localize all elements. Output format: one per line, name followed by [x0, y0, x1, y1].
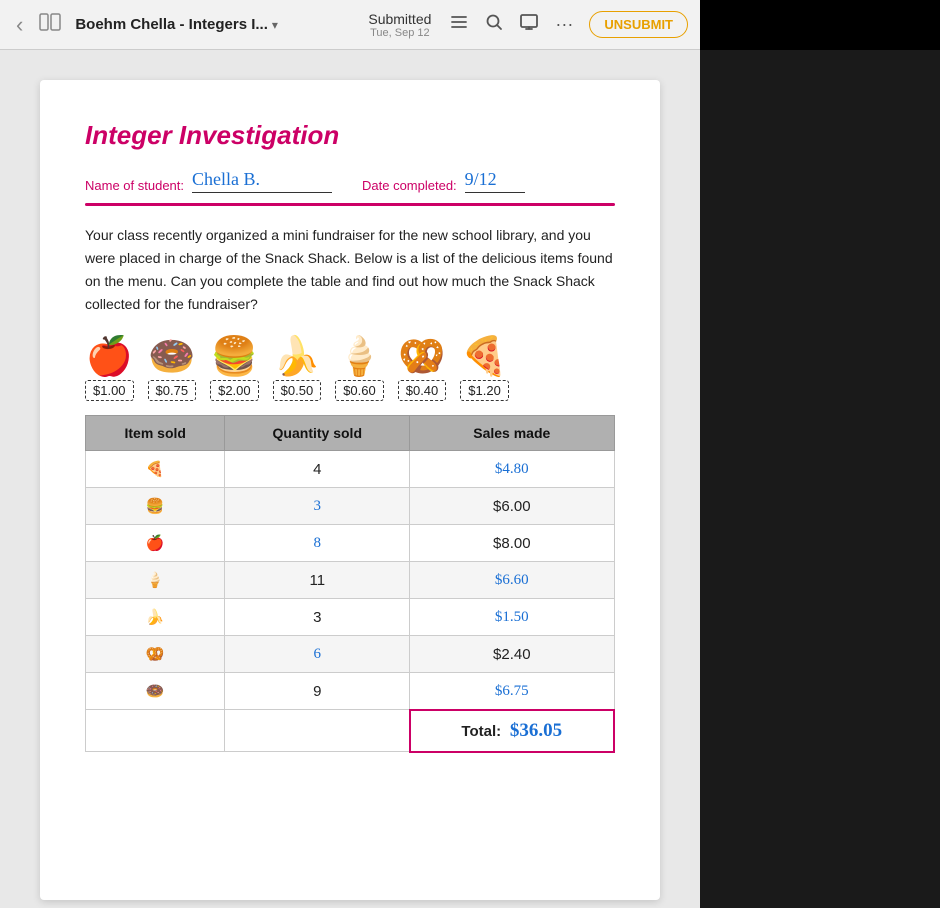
student-name-label: Name of student: [85, 178, 184, 193]
date-field: Date completed: 9/12 [362, 169, 525, 193]
food-icon-item: 🍌 $0.50 [273, 338, 322, 401]
food-icon-item: 🍎 $1.00 [85, 338, 134, 401]
food-emoji: 🍎 [86, 338, 133, 376]
price-box: $1.20 [460, 380, 509, 401]
table-col-header: Item sold [86, 416, 225, 451]
search-icon[interactable] [485, 13, 503, 36]
price-box: $0.60 [335, 380, 384, 401]
student-name-field: Name of student: Chella B. [85, 169, 332, 193]
table-row: 🍔3$6.00 [86, 488, 615, 525]
table-col-header: Quantity sold [225, 416, 410, 451]
table-row: 🍌3$1.50 [86, 599, 615, 636]
table-cell-sales: $6.75 [410, 673, 614, 710]
description-text: Your class recently organized a mini fun… [85, 224, 615, 316]
price-box: $0.50 [273, 380, 322, 401]
table-body: 🍕4$4.80🍔3$6.00🍎8$8.00🍦11$6.60🍌3$1.50🥨6$2… [86, 451, 615, 752]
table-row: 🥨6$2.40 [86, 636, 615, 673]
data-table: Item soldQuantity soldSales made 🍕4$4.80… [85, 415, 615, 753]
table-row: 🍎8$8.00 [86, 525, 615, 562]
table-cell-sales: $6.00 [410, 488, 614, 525]
table-row: 🍦11$6.60 [86, 562, 615, 599]
table-cell-qty: 4 [225, 451, 410, 488]
page-title: Integer Investigation [85, 120, 615, 151]
table-cell-emoji: 🍕 [86, 451, 225, 488]
total-empty-cell-2 [225, 710, 410, 752]
panels-icon[interactable] [35, 9, 65, 40]
food-emoji: 🍔 [211, 338, 258, 376]
title-area: Boehm Chella - Integers I... ▾ [75, 16, 350, 33]
food-icon-item: 🍦 $0.60 [335, 338, 384, 401]
table-col-header: Sales made [410, 416, 614, 451]
table-cell-emoji: 🍌 [86, 599, 225, 636]
student-name-value: Chella B. [192, 169, 332, 193]
total-value-cell: Total: $36.05 [410, 710, 614, 752]
table-cell-emoji: 🍎 [86, 525, 225, 562]
cast-icon[interactable] [519, 13, 539, 36]
back-button[interactable]: ‹ [12, 8, 27, 42]
toolbar-icons: ··· UNSUBMIT [449, 11, 688, 38]
table-cell-emoji: 🍦 [86, 562, 225, 599]
table-cell-sales: $4.80 [410, 451, 614, 488]
food-icon-item: 🍕 $1.20 [460, 338, 509, 401]
table-cell-qty: 6 [225, 636, 410, 673]
table-cell-qty: 11 [225, 562, 410, 599]
table-cell-emoji: 🍔 [86, 488, 225, 525]
title-chevron-icon[interactable]: ▾ [272, 18, 278, 32]
main-layout: Integer Investigation Name of student: C… [0, 50, 940, 908]
total-empty-cell-1 [86, 710, 225, 752]
document-area: Integer Investigation Name of student: C… [0, 50, 700, 908]
table-cell-qty: 3 [225, 488, 410, 525]
table-header-row: Item soldQuantity soldSales made [86, 416, 615, 451]
food-emoji: 🍩 [148, 338, 195, 376]
food-emoji: 🍕 [461, 338, 508, 376]
table-cell-sales: $8.00 [410, 525, 614, 562]
food-emoji: 🍦 [336, 338, 383, 376]
top-toolbar: ‹ Boehm Chella - Integers I... ▾ Submitt… [0, 0, 700, 50]
table-cell-qty: 8 [225, 525, 410, 562]
submitted-date: Tue, Sep 12 [370, 27, 430, 39]
food-icon-item: 🍩 $0.75 [148, 338, 197, 401]
submission-status: Submitted Tue, Sep 12 [368, 11, 431, 39]
submitted-label: Submitted [368, 11, 431, 27]
food-emoji: 🍌 [273, 338, 320, 376]
table-cell-sales: $2.40 [410, 636, 614, 673]
price-box: $0.75 [148, 380, 197, 401]
price-box: $1.00 [85, 380, 134, 401]
table-cell-emoji: 🥨 [86, 636, 225, 673]
student-info-row: Name of student: Chella B. Date complete… [85, 169, 615, 193]
food-icon-item: 🍔 $2.00 [210, 338, 259, 401]
food-emoji: 🥨 [398, 338, 445, 376]
table-row: 🍕4$4.80 [86, 451, 615, 488]
table-cell-sales: $6.60 [410, 562, 614, 599]
more-icon[interactable]: ··· [555, 14, 573, 35]
unsubmit-button[interactable]: UNSUBMIT [589, 11, 688, 38]
document-page: Integer Investigation Name of student: C… [40, 80, 660, 900]
total-amount: $36.05 [505, 720, 562, 741]
divider [85, 203, 615, 206]
total-label: Total: [461, 723, 501, 740]
date-value: 9/12 [465, 169, 525, 193]
food-icons-row: 🍎 $1.00 🍩 $0.75 🍔 $2.00 🍌 $0.50 🍦 $0.60 … [85, 338, 615, 401]
table-cell-emoji: 🍩 [86, 673, 225, 710]
list-icon[interactable] [449, 13, 469, 36]
table-row: 🍩9$6.75 [86, 673, 615, 710]
document-title: Boehm Chella - Integers I... [75, 16, 268, 33]
table-cell-qty: 9 [225, 673, 410, 710]
price-box: $0.40 [398, 380, 447, 401]
table-total-row: Total: $36.05 [86, 710, 615, 752]
price-box: $2.00 [210, 380, 259, 401]
food-icon-item: 🥨 $0.40 [398, 338, 447, 401]
right-panel [700, 50, 940, 908]
date-label: Date completed: [362, 178, 457, 193]
table-cell-sales: $1.50 [410, 599, 614, 636]
table-cell-qty: 3 [225, 599, 410, 636]
